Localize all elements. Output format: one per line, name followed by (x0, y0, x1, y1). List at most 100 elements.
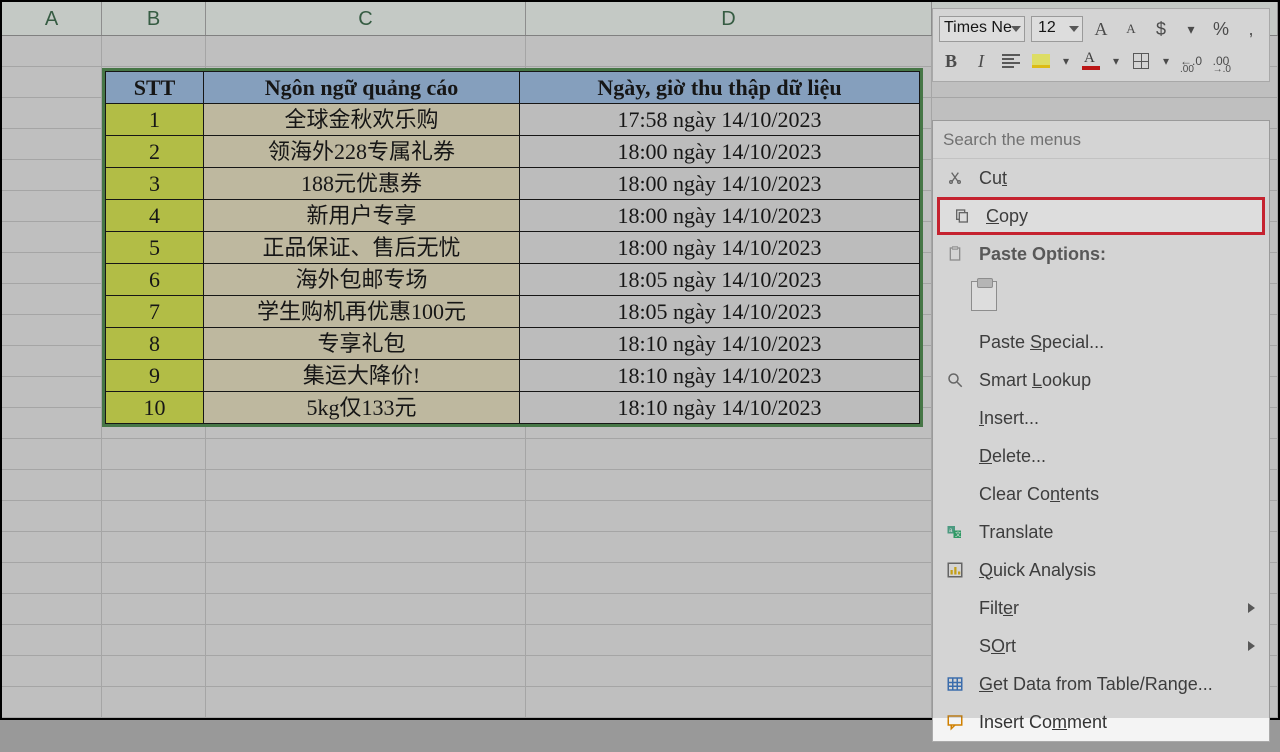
translate-icon: a文 (941, 520, 969, 544)
decrease-decimal-button[interactable]: .00→.0 (1209, 49, 1233, 73)
cell-stt[interactable]: 9 (106, 360, 204, 392)
table-row[interactable]: 5正品保证、售后无忧18:00 ngày 14/10/2023 (106, 232, 920, 264)
percent-format-button[interactable]: % (1209, 17, 1233, 41)
paste-option-default[interactable] (971, 281, 997, 311)
menu-insert-comment[interactable]: Insert Comment (933, 703, 1269, 741)
menu-search-input[interactable] (943, 130, 1259, 150)
cell-lang[interactable]: 专享礼包 (204, 328, 520, 360)
table-row[interactable]: 105kg仅133元18:10 ngày 14/10/2023 (106, 392, 920, 424)
cell-date[interactable]: 18:10 ngày 14/10/2023 (520, 392, 920, 424)
decrease-font-button[interactable]: A (1119, 17, 1143, 41)
cell-stt[interactable]: 8 (106, 328, 204, 360)
table-row[interactable]: 1全球金秋欢乐购17:58 ngày 14/10/2023 (106, 104, 920, 136)
cell-lang[interactable]: 正品保证、售后无忧 (204, 232, 520, 264)
cell-date[interactable]: 18:00 ngày 14/10/2023 (520, 200, 920, 232)
font-color-arrow[interactable]: ▾ (1109, 49, 1123, 73)
cell-stt[interactable]: 10 (106, 392, 204, 424)
menu-smart-lookup-label: Smart Lookup (979, 370, 1259, 391)
menu-copy[interactable]: Copy (937, 197, 1265, 235)
menu-filter-label: Filter (979, 598, 1248, 619)
table-row[interactable]: 2领海外228专属礼券18:00 ngày 14/10/2023 (106, 136, 920, 168)
header-lang[interactable]: Ngôn ngữ quảng cáo (204, 72, 520, 104)
cell-lang[interactable]: 5kg仅133元 (204, 392, 520, 424)
cell-lang[interactable]: 海外包邮专场 (204, 264, 520, 296)
font-size-dropdown[interactable]: 12 (1031, 16, 1083, 42)
cell-date[interactable]: 18:05 ngày 14/10/2023 (520, 264, 920, 296)
cell-stt[interactable]: 5 (106, 232, 204, 264)
comma-format-button[interactable]: , (1239, 17, 1263, 41)
cell-lang[interactable]: 领海外228专属礼券 (204, 136, 520, 168)
cell-stt[interactable]: 2 (106, 136, 204, 168)
cell-stt[interactable]: 6 (106, 264, 204, 296)
borders-icon (1133, 53, 1149, 69)
menu-quick-analysis[interactable]: Quick Analysis (933, 551, 1269, 589)
cell-lang[interactable]: 新用户专享 (204, 200, 520, 232)
header-stt[interactable]: STT (106, 72, 204, 104)
fill-color-button[interactable] (1029, 49, 1053, 73)
font-color-button[interactable] (1079, 49, 1103, 73)
cell-lang[interactable]: 全球金秋欢乐购 (204, 104, 520, 136)
menu-delete[interactable]: Delete... (933, 437, 1269, 475)
menu-copy-label: Copy (986, 206, 1252, 227)
cell-stt[interactable]: 4 (106, 200, 204, 232)
align-button[interactable] (999, 49, 1023, 73)
menu-paste-options-label: Paste Options: (979, 244, 1259, 265)
menu-translate[interactable]: a文 Translate (933, 513, 1269, 551)
bold-button[interactable]: B (939, 49, 963, 73)
cell-stt[interactable]: 7 (106, 296, 204, 328)
cell-date[interactable]: 18:00 ngày 14/10/2023 (520, 232, 920, 264)
cell-date[interactable]: 18:10 ngày 14/10/2023 (520, 328, 920, 360)
menu-sort[interactable]: SOrt (933, 627, 1269, 665)
menu-filter[interactable]: Filter (933, 589, 1269, 627)
table-row[interactable]: 9集运大降价!18:10 ngày 14/10/2023 (106, 360, 920, 392)
fill-color-icon (1032, 54, 1050, 68)
menu-search[interactable] (933, 121, 1269, 159)
borders-arrow[interactable]: ▾ (1159, 49, 1173, 73)
menu-clear-contents[interactable]: Clear Contents (933, 475, 1269, 513)
comment-icon (941, 710, 969, 734)
col-header-d[interactable]: D (526, 2, 932, 35)
menu-insert-comment-label: Insert Comment (979, 712, 1259, 733)
cell-date[interactable]: 18:00 ngày 14/10/2023 (520, 136, 920, 168)
col-header-c[interactable]: C (206, 2, 526, 35)
search-icon (941, 368, 969, 392)
cell-date[interactable]: 18:10 ngày 14/10/2023 (520, 360, 920, 392)
menu-smart-lookup[interactable]: Smart Lookup (933, 361, 1269, 399)
italic-button[interactable]: I (969, 49, 993, 73)
table-row[interactable]: 4新用户专享18:00 ngày 14/10/2023 (106, 200, 920, 232)
table-row[interactable]: 6海外包邮专场18:05 ngày 14/10/2023 (106, 264, 920, 296)
menu-clear-label: Clear Contents (979, 484, 1259, 505)
menu-get-data[interactable]: Get Data from Table/Range... (933, 665, 1269, 703)
table-row[interactable]: 3188元优惠券18:00 ngày 14/10/2023 (106, 168, 920, 200)
col-header-b[interactable]: B (102, 2, 206, 35)
fill-color-arrow[interactable]: ▾ (1059, 49, 1073, 73)
menu-cut-label: Cut (979, 168, 1259, 189)
borders-button[interactable] (1129, 49, 1153, 73)
cell-date[interactable]: 18:05 ngày 14/10/2023 (520, 296, 920, 328)
header-date[interactable]: Ngày, giờ thu thập dữ liệu (520, 72, 920, 104)
table-header-row: STT Ngôn ngữ quảng cáo Ngày, giờ thu thậ… (106, 72, 920, 104)
col-header-a[interactable]: A (2, 2, 102, 35)
cell-date[interactable]: 18:00 ngày 14/10/2023 (520, 168, 920, 200)
scissors-icon (941, 166, 969, 190)
menu-cut[interactable]: Cut (933, 159, 1269, 197)
cell-stt[interactable]: 1 (106, 104, 204, 136)
table-row[interactable]: 7学生购机再优惠100元18:05 ngày 14/10/2023 (106, 296, 920, 328)
chevron-down-icon (1069, 26, 1079, 32)
increase-decimal-button[interactable]: ←.0.00 (1179, 49, 1203, 73)
menu-paste-options: Paste Options: (933, 235, 1269, 273)
table-row[interactable]: 8专享礼包18:10 ngày 14/10/2023 (106, 328, 920, 360)
cell-lang[interactable]: 集运大降价! (204, 360, 520, 392)
menu-paste-special[interactable]: Paste Special... (933, 323, 1269, 361)
context-menu: Cut Copy Paste Options: Paste Special...… (932, 120, 1270, 742)
font-name-dropdown[interactable]: Times Ne (939, 16, 1025, 42)
cell-stt[interactable]: 3 (106, 168, 204, 200)
menu-insert[interactable]: Insert... (933, 399, 1269, 437)
currency-format-button[interactable]: $ (1149, 17, 1173, 41)
cell-lang[interactable]: 188元优惠券 (204, 168, 520, 200)
currency-format-arrow[interactable]: ▾ (1179, 17, 1203, 41)
increase-font-button[interactable]: A (1089, 17, 1113, 41)
cell-lang[interactable]: 学生购机再优惠100元 (204, 296, 520, 328)
data-table-selection[interactable]: STT Ngôn ngữ quảng cáo Ngày, giờ thu thậ… (102, 68, 923, 427)
cell-date[interactable]: 17:58 ngày 14/10/2023 (520, 104, 920, 136)
